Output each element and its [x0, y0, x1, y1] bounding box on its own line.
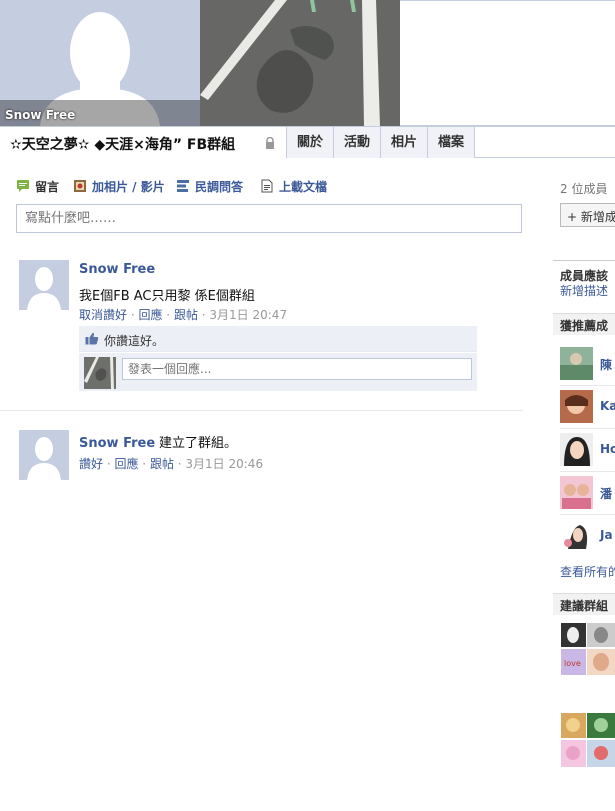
post-action-label: 留言: [35, 180, 60, 194]
tab-files[interactable]: 檔案: [428, 127, 475, 158]
member-avatar[interactable]: [560, 476, 593, 509]
composer-input[interactable]: [16, 204, 522, 233]
member-name[interactable]: 陳: [600, 356, 612, 373]
unlike-link[interactable]: 取消讚好: [79, 308, 127, 322]
post-action[interactable]: 留言: [16, 178, 59, 196]
suggested-group-thumbnails[interactable]: love: [561, 623, 615, 675]
document-icon: [261, 179, 273, 193]
add-member-button[interactable]: + 新增成: [560, 203, 615, 227]
poll-icon: [177, 180, 189, 192]
like-text: 你讚這好。: [104, 334, 165, 348]
member-name[interactable]: Ho: [600, 442, 615, 456]
right-sidebar: 2 位成員 + 新增成 成員應該 新增描述 獲推薦成 陳 Ka Ho 潘 Ja …: [553, 160, 615, 811]
member-name[interactable]: Ka: [600, 399, 615, 413]
member-avatar[interactable]: [560, 433, 593, 466]
upload-document-label: 上載文檔: [279, 180, 328, 194]
comment-input[interactable]: [122, 358, 472, 380]
post-meta: 讚好 · 回應 · 跟帖 · 3月1日 20:46: [79, 457, 264, 471]
add-description-link[interactable]: 新增描述: [560, 282, 608, 299]
post-author[interactable]: Snow Free: [79, 262, 155, 277]
member-avatar[interactable]: [560, 390, 593, 423]
avatar[interactable]: [19, 430, 69, 480]
separator: [560, 514, 615, 515]
separator: [560, 471, 615, 472]
separator: [560, 385, 615, 386]
profile-name[interactable]: Snow Free: [5, 108, 75, 122]
tab-group-name[interactable]: ✫天空之夢✫ ◆天涯×海角” FB群組: [0, 127, 287, 158]
member-avatar[interactable]: [560, 519, 593, 552]
group-title: ✫天空之夢✫ ◆天涯×海角” FB群組: [10, 137, 236, 153]
tab-events[interactable]: 活動: [334, 127, 381, 158]
photo-icon: [74, 180, 86, 192]
comment-icon: [17, 180, 29, 192]
post-time[interactable]: 3月1日 20:46: [185, 457, 263, 471]
cover-blank: [400, 0, 615, 126]
member-name[interactable]: Ja: [600, 528, 613, 542]
post-action-text: 建立了群組。: [159, 436, 238, 451]
profile-picture[interactable]: Snow Free: [0, 0, 200, 126]
add-photo-video-label: 加相片 / 影片: [92, 180, 165, 194]
tab-about[interactable]: 關於: [287, 127, 334, 158]
post-divider: [0, 410, 523, 411]
thumbs-up-icon: [85, 332, 99, 345]
follow-link[interactable]: 跟帖: [150, 457, 174, 471]
group-tabs: ✫天空之夢✫ ◆天涯×海角” FB群組 關於 活動 相片 檔案: [0, 126, 615, 158]
comment-link[interactable]: 回應: [138, 308, 162, 322]
separator: [560, 428, 615, 429]
comment-link[interactable]: 回應: [114, 457, 138, 471]
like-summary: 你讚這好。: [79, 326, 477, 352]
comment-composer: [79, 353, 477, 391]
group-cover: Snow Free: [0, 0, 615, 126]
svg-text:love: love: [564, 659, 581, 668]
tab-photos[interactable]: 相片: [381, 127, 428, 158]
like-link[interactable]: 讚好: [79, 457, 103, 471]
lock-icon: [266, 137, 274, 149]
post-text: 我E個FB AC只用黎 係E個群組: [79, 289, 255, 304]
follow-link[interactable]: 跟帖: [174, 308, 198, 322]
member-avatar[interactable]: [560, 347, 593, 380]
post-header: Snow Free: [79, 262, 155, 277]
see-all-link[interactable]: 查看所有的: [560, 563, 615, 580]
poll-label: 民調問答: [195, 180, 244, 194]
post-meta: 取消讚好 · 回應 · 跟帖 · 3月1日 20:47: [79, 308, 288, 322]
avatar[interactable]: [19, 260, 69, 310]
commenter-thumbnail: [84, 357, 116, 389]
group-cover-photo[interactable]: [200, 0, 400, 126]
add-photo-video-action[interactable]: 加相片 / 影片: [73, 178, 165, 196]
poll-action[interactable]: 民調問答: [176, 178, 243, 196]
section-recommended: 獲推薦成: [560, 319, 609, 333]
post-header: Snow Free 建立了群組。: [79, 432, 237, 451]
member-name[interactable]: 潘: [600, 485, 612, 502]
member-count[interactable]: 2 位成員: [560, 180, 607, 197]
section-suggested-groups: 建議群組: [560, 599, 609, 613]
suggested-group-thumbnails[interactable]: [561, 713, 615, 767]
upload-document-action[interactable]: 上載文檔: [260, 178, 327, 196]
post-time[interactable]: 3月1日 20:47: [209, 308, 287, 322]
post-author[interactable]: Snow Free: [79, 436, 155, 451]
